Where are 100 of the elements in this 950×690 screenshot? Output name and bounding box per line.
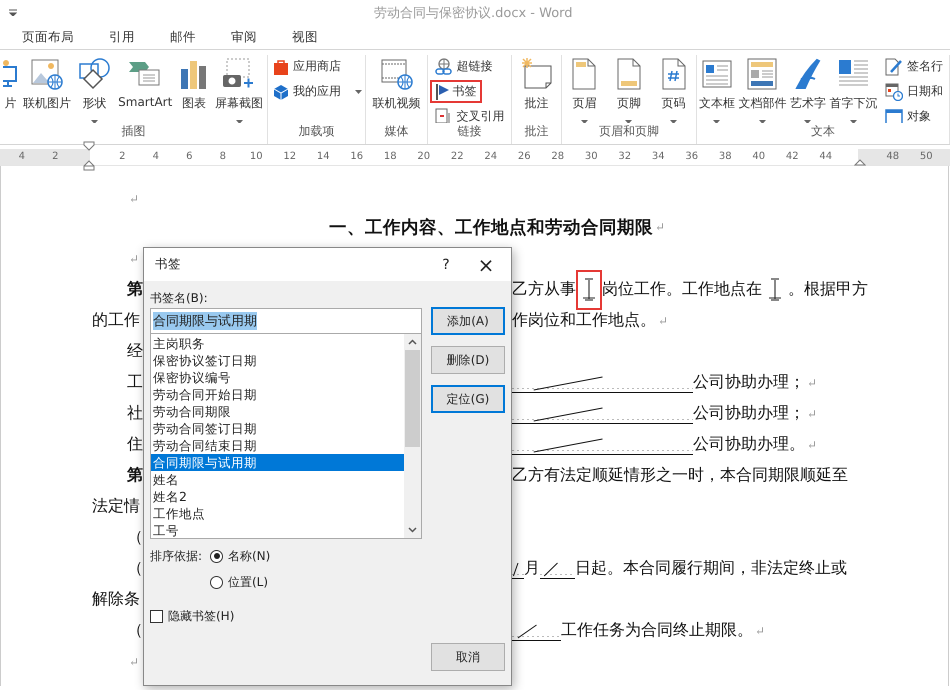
bookmark-name-field[interactable]: 合同期限与试用期 — [150, 308, 422, 334]
document-text: 解除条 — [92, 589, 140, 610]
document-text: 法定情 — [92, 496, 140, 517]
document-text: 乙方有法定顺延情形之一时，本合同期限顺延至 — [512, 465, 848, 486]
ruler-number: 38 — [718, 150, 733, 164]
ribbon-button[interactable]: 我的应用 — [268, 80, 365, 103]
document-text: 公司协助办理； — [693, 372, 805, 393]
ribbon-button[interactable]: 交叉引用 — [430, 105, 510, 123]
document-text: 公司协助办理。 — [693, 434, 805, 455]
paragraph-mark: ↵ — [129, 192, 140, 206]
ribbon-button[interactable]: 屏幕截图 — [214, 55, 264, 123]
bookmark-cursor-icon — [583, 278, 595, 302]
ribbon-button[interactable]: 应用商店 — [268, 55, 346, 78]
list-item[interactable]: 劳动合同期限 — [151, 403, 404, 420]
ribbon-button[interactable]: 批注 — [520, 55, 554, 114]
list-item[interactable]: 劳动合同结束日期 — [151, 437, 404, 454]
ruler-number: 8 — [218, 150, 227, 164]
ribbon-button[interactable]: 片 — [2, 55, 17, 114]
indent-marker-icon[interactable] — [854, 157, 866, 166]
bar-chart-icon — [180, 59, 208, 89]
close-button[interactable]: × — [466, 250, 506, 280]
scroll-up-icon[interactable] — [408, 339, 417, 345]
ribbon-button[interactable]: 书签 — [430, 80, 482, 103]
indent-marker-icon[interactable] — [83, 141, 95, 171]
cross-reference-icon — [434, 108, 452, 123]
ribbon-button[interactable]: 文档部件 — [737, 55, 788, 123]
ribbon-button[interactable]: 艺术字 — [788, 55, 827, 123]
swoosh-icon — [794, 58, 821, 90]
ribbon-button[interactable]: 联机视频 — [372, 55, 422, 114]
ruler-number: 2 — [118, 150, 126, 164]
ribbon-tab[interactable]: 视图 — [280, 25, 330, 49]
group-label: 批注 — [524, 123, 548, 140]
dialog-button[interactable]: 添加(A) — [431, 307, 505, 335]
ruler-number: 4 — [152, 150, 160, 164]
radio-option[interactable]: 名称(N) — [210, 548, 270, 564]
ruler-number: 48 — [885, 150, 900, 164]
group-label: 媒体 — [384, 123, 408, 140]
ribbon-button[interactable]: 文本框 — [698, 55, 736, 123]
shapes-icon — [78, 58, 111, 90]
list-item[interactable]: 劳动合同签订日期 — [151, 420, 404, 437]
hide-bookmarks-checkbox[interactable]: 隐藏书签(H) — [150, 608, 422, 625]
help-button[interactable]: ? — [426, 250, 466, 280]
cancel-button[interactable]: 取消 — [431, 643, 505, 671]
ruler-number: 26 — [516, 150, 532, 164]
dialog-button[interactable]: 删除(D) — [431, 346, 505, 374]
group-label: 页眉和页脚 — [599, 123, 659, 140]
list-item[interactable]: 劳动合同开始日期 — [151, 386, 404, 403]
group-label: 插图 — [122, 123, 146, 140]
paragraph-mark: ↵ — [807, 438, 818, 452]
list-item[interactable]: 主岗职务 — [151, 335, 404, 352]
window-title: 劳动合同与保密协议.docx - Word — [374, 5, 573, 22]
ribbon-button[interactable]: 图表 — [178, 55, 209, 114]
group-label: 加载项 — [298, 123, 334, 140]
caret-icon — [804, 120, 812, 123]
radio-option[interactable]: 位置(L) — [210, 574, 270, 590]
dialog-button[interactable]: 定位(G) — [431, 385, 505, 413]
list-item[interactable]: 姓名2 — [151, 488, 404, 505]
paragraph-mark: ↵ — [807, 376, 818, 390]
ribbon-button[interactable]: 页眉 — [571, 55, 598, 123]
document-text: 月 — [524, 558, 540, 579]
ribbon-tab[interactable]: 页面布局 — [10, 25, 86, 49]
ribbon-button[interactable]: 对象 — [880, 105, 936, 123]
ruler-number: 50 — [918, 150, 934, 164]
list-item[interactable]: 工作地点 — [151, 505, 404, 522]
ribbon-button[interactable]: 页脚 — [616, 55, 642, 123]
ruler-number: 20 — [416, 150, 432, 164]
group-label: 文本 — [811, 123, 835, 140]
ribbon-button[interactable]: 超链接 — [430, 55, 498, 78]
ruler-number: 30 — [584, 150, 599, 164]
paragraph-mark: ↵ — [807, 406, 818, 420]
document-text: 。根据甲方 — [788, 279, 868, 300]
quick-access-icon[interactable] — [9, 9, 17, 16]
document-text: 作岗位和工作地点。 — [512, 310, 656, 331]
list-item[interactable]: 工号 — [151, 522, 404, 539]
link-icon — [434, 58, 452, 76]
ribbon-button[interactable]: 首字下沉 — [828, 55, 879, 123]
ribbon-button[interactable]: 页码 — [660, 55, 687, 123]
caret-icon — [355, 90, 362, 94]
scrollbar[interactable] — [404, 334, 421, 538]
scroll-down-icon[interactable] — [408, 527, 417, 533]
document-text: 公司协助办理； — [693, 403, 805, 424]
list-item[interactable]: 保密协议签订日期 — [151, 352, 404, 369]
document-text: 工 — [127, 372, 143, 393]
ribbon-tab[interactable]: 引用 — [97, 25, 147, 49]
document-text: 日起。本合同履行期间，非法定终止或 — [575, 558, 847, 579]
page-footer-icon — [616, 58, 641, 90]
group-label: 链接 — [458, 123, 482, 140]
ruler-number: 42 — [784, 150, 800, 164]
ribbon-button[interactable]: 签名行 — [880, 55, 948, 78]
list-item[interactable]: 合同期限与试用期 — [151, 454, 404, 471]
ribbon-button[interactable]: 日期和 — [880, 80, 948, 103]
list-item[interactable]: 保密协议编号 — [151, 369, 404, 386]
ribbon-button[interactable]: 形状 — [78, 55, 112, 123]
ribbon-button[interactable]: 联机图片 — [22, 55, 72, 114]
ruler-number: 22 — [450, 150, 465, 164]
ribbon-tab[interactable]: 邮件 — [158, 25, 208, 49]
ribbon-tab[interactable]: 审阅 — [219, 25, 269, 49]
list-item[interactable]: 姓名 — [151, 471, 404, 488]
ribbon-button[interactable]: SmartArt — [117, 55, 174, 111]
document-text: （ — [127, 558, 143, 579]
